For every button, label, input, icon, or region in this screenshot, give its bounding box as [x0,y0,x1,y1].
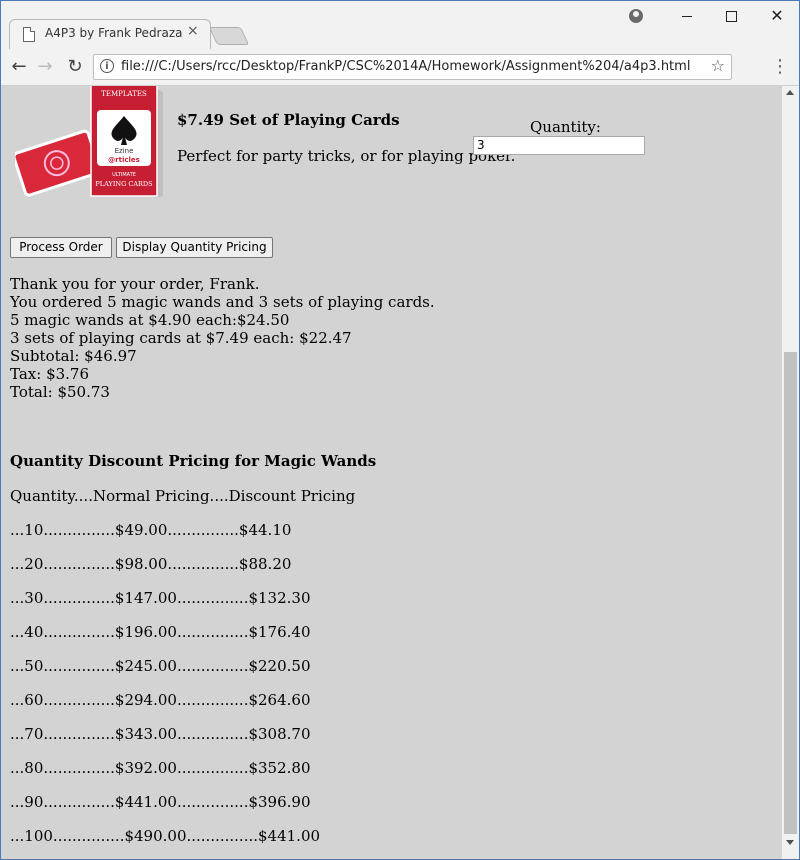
minimize-button[interactable] [665,5,709,27]
new-tab-button[interactable] [208,27,250,45]
maximize-icon [725,11,737,22]
menu-dots-icon[interactable]: ⋮ [771,55,789,79]
info-icon[interactable]: i [100,59,114,73]
pricing-row: ...40...............$196.00.............… [10,623,311,641]
tab-strip: A4P3 by Frank Pedraza × ✕ [1,1,799,50]
pricing-row: ...10...............$49.00..............… [10,521,292,539]
page-content: TEMPLATES Ezine @rticles ULTIMATE PLAYIN… [1,86,782,859]
scrollbar-thumb[interactable] [784,352,797,834]
account-icon[interactable] [629,9,643,23]
scroll-down-arrow-icon[interactable] [786,840,794,845]
pricing-row: ...20...............$98.00..............… [10,555,292,573]
image-subtitle-text: ULTIMATE [112,172,136,178]
tab-title[interactable]: A4P3 by Frank Pedraza [45,26,183,40]
playing-cards-image: TEMPLATES Ezine @rticles ULTIMATE PLAYIN… [15,86,163,198]
order-total: Total: $50.73 [10,383,110,401]
minimize-icon [682,16,692,17]
display-quantity-pricing-button[interactable]: Display Quantity Pricing [116,237,273,258]
back-arrow-icon[interactable]: ← [7,55,31,79]
browser-window: A4P3 by Frank Pedraza × ✕ ← → ↻ i file:/… [0,0,800,860]
pricing-row: ...70...............$343.00.............… [10,725,311,743]
document-icon [23,27,35,42]
scroll-up-arrow-icon[interactable] [786,90,794,95]
address-bar[interactable]: i file:///C:/Users/rcc/Desktop/FrankP/CS… [93,54,732,80]
pricing-header-row: Quantity....Normal Pricing....Discount P… [10,487,356,505]
vertical-scrollbar[interactable] [782,86,799,859]
browser-toolbar: ← → ↻ i file:///C:/Users/rcc/Desktop/Fra… [1,49,799,86]
pricing-row: ...50...............$245.00.............… [10,657,311,675]
product-description: Perfect for party tricks, or for playing… [177,147,516,165]
order-tax: Tax: $3.76 [10,365,90,383]
process-order-button[interactable]: Process Order [10,237,112,258]
pricing-row: ...80...............$392.00.............… [10,759,311,777]
order-summary-line: You ordered 5 magic wands and 3 sets of … [10,293,435,311]
pricing-row: ...100...............$490.00............… [10,827,321,845]
image-brand-text: TEMPLATES [101,90,147,98]
quantity-input[interactable]: 3 [473,136,645,155]
forward-arrow-icon[interactable]: → [33,55,57,79]
order-summary-line: 5 magic wands at $4.90 each:$24.50 [10,311,290,329]
pricing-row: ...30...............$147.00.............… [10,589,311,607]
pricing-row: ...90...............$441.00.............… [10,793,311,811]
order-subtotal: Subtotal: $46.97 [10,347,137,365]
tab-close-icon[interactable]: × [187,23,199,39]
url-text[interactable]: file:///C:/Users/rcc/Desktop/FrankP/CSC%… [121,59,690,74]
image-logo-line2: @rticles [108,156,140,164]
order-summary-line: 3 sets of playing cards at $7.49 each: $… [10,329,352,347]
reload-icon[interactable]: ↻ [63,55,87,79]
image-logo-line1: Ezine [115,147,134,155]
order-summary-line: Thank you for your order, Frank. [10,275,260,293]
image-footer-text: PLAYING CARDS [95,180,152,188]
close-window-button[interactable]: ✕ [755,5,799,27]
maximize-button[interactable] [709,5,753,27]
pricing-heading: Quantity Discount Pricing for Magic Wand… [10,452,377,470]
pricing-row: ...60...............$294.00.............… [10,691,311,709]
product-title: $7.49 Set of Playing Cards [177,111,400,129]
quantity-label: Quantity: [530,118,601,136]
bookmark-star-icon[interactable]: ☆ [711,56,725,75]
